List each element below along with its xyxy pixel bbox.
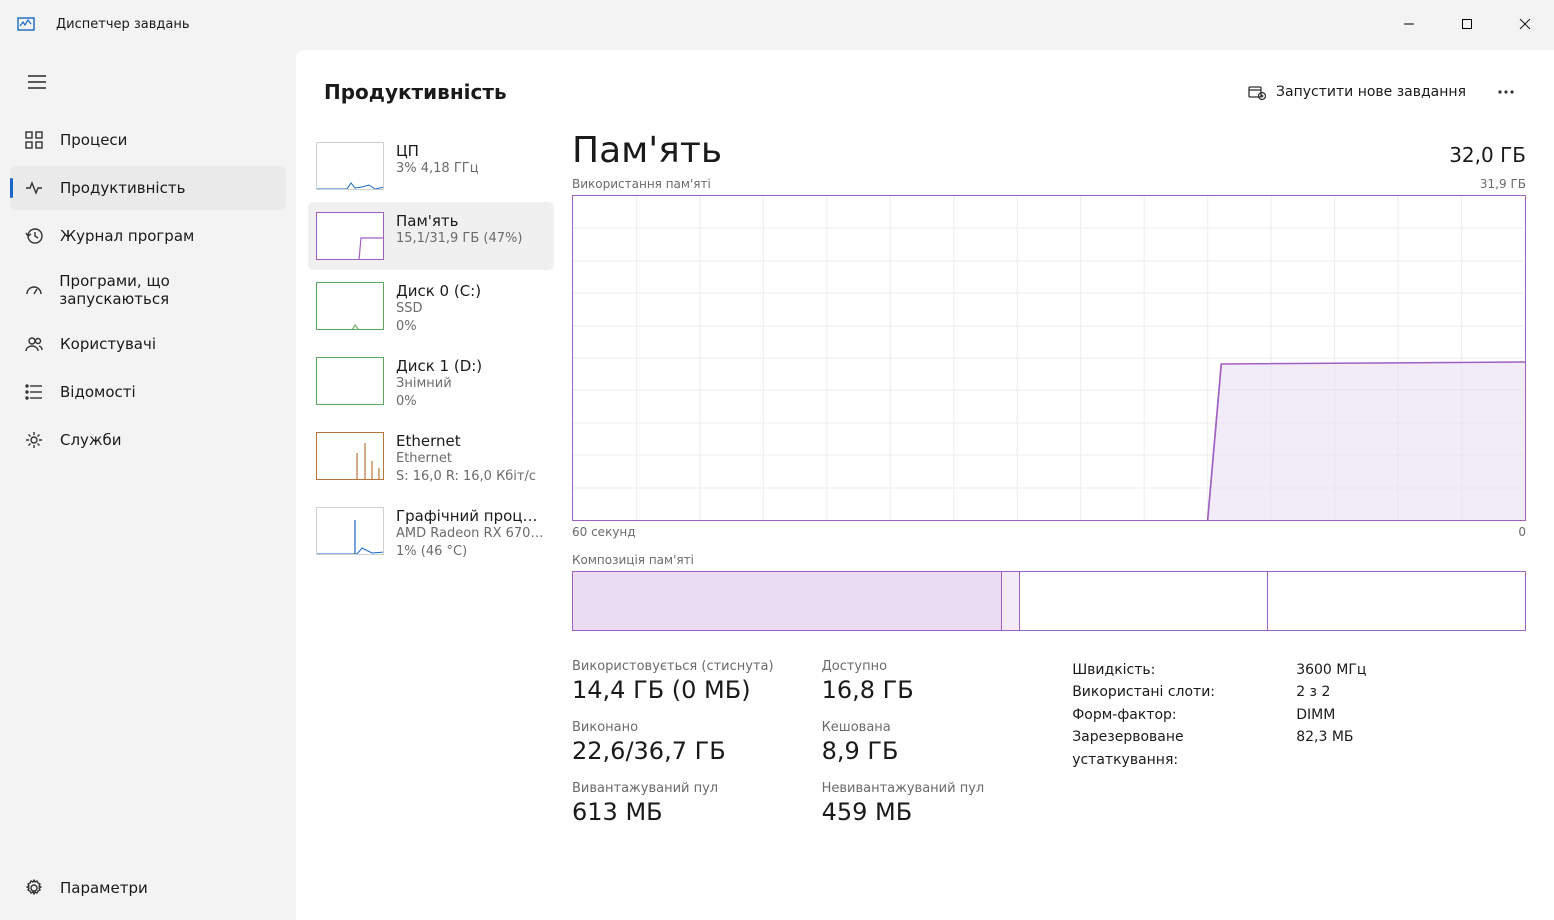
memory-usage-chart[interactable] [572, 195, 1526, 521]
perf-sub: Ethernet [396, 450, 546, 468]
sidebar: Процеси Продуктивність Журнал програм Пр… [0, 48, 296, 920]
disk-thumb [316, 282, 384, 330]
run-task-label: Запустити нове завдання [1276, 84, 1466, 100]
nav-label: Служби [60, 431, 121, 449]
perf-sub: SSD [396, 300, 546, 318]
hamburger-button[interactable] [14, 62, 60, 102]
detail-total: 32,0 ГБ [1449, 143, 1526, 167]
nav-performance[interactable]: Продуктивність [10, 166, 286, 210]
maximize-button[interactable] [1438, 0, 1496, 48]
minimize-button[interactable] [1380, 0, 1438, 48]
composition-label: Композиція пам'яті [572, 553, 1526, 567]
gpu-thumb [316, 507, 384, 555]
perf-title: Пам'ять [396, 212, 546, 230]
history-icon [24, 226, 44, 246]
nav-details[interactable]: Відомості [10, 370, 286, 414]
perf-sub: Знімний [396, 375, 546, 393]
usage-label: Використання пам'яті [572, 177, 711, 191]
titlebar: Диспетчер завдань [0, 0, 1554, 48]
main-header: Продуктивність Запустити нове завдання [296, 50, 1554, 126]
info-row: Швидкість:3600 МГц [1072, 659, 1366, 681]
performance-list: ЦП 3% 4,18 ГГц Пам'ять 15,1/31,9 ГБ (47%… [304, 126, 564, 920]
app-title: Диспетчер завдань [56, 17, 190, 32]
more-button[interactable] [1486, 74, 1526, 110]
settings-icon [24, 878, 44, 898]
perf-item-cpu[interactable]: ЦП 3% 4,18 ГГц [308, 132, 554, 200]
ethernet-thumb [316, 432, 384, 480]
comp-seg-modified [1002, 572, 1020, 630]
nav-label: Журнал програм [60, 227, 194, 245]
page-title: Продуктивність [324, 80, 507, 104]
stat-in-use: Використовується (стиснута) 14,4 ГБ (0 М… [572, 659, 774, 704]
memory-thumb [316, 212, 384, 260]
perf-item-ethernet[interactable]: Ethernet Ethernet S: 16,0 R: 16,0 Кбіт/с [308, 422, 554, 495]
info-row: Використані слоти:2 з 2 [1072, 681, 1366, 703]
list-icon [24, 382, 44, 402]
memory-info-table: Швидкість:3600 МГц Використані слоти:2 з… [1072, 659, 1366, 826]
app-icon [16, 14, 36, 34]
info-row: Зарезервоване устаткування:82,3 МБ [1072, 726, 1366, 771]
close-button[interactable] [1496, 0, 1554, 48]
memory-composition-chart[interactable] [572, 571, 1526, 631]
stat-committed: Виконано 22,6/36,7 ГБ [572, 720, 774, 765]
perf-title: Ethernet [396, 432, 546, 450]
run-task-icon [1248, 83, 1266, 101]
detail-pane: Пам'ять 32,0 ГБ Використання пам'яті 31,… [564, 126, 1554, 920]
perf-sub: 15,1/31,9 ГБ (47%) [396, 230, 546, 248]
perf-item-disk-1[interactable]: Диск 1 (D:) Знімний 0% [308, 347, 554, 420]
stat-nonpaged: Невивантажуваний пул 459 МБ [822, 781, 985, 826]
perf-sub: 3% 4,18 ГГц [396, 160, 546, 178]
stat-cached: Кешована 8,9 ГБ [822, 720, 985, 765]
nav-settings[interactable]: Параметри [10, 866, 286, 910]
comp-seg-free [1268, 572, 1525, 630]
nav-label: Програми, що запускаються [59, 272, 276, 308]
cpu-thumb [316, 142, 384, 190]
nav-label: Продуктивність [60, 179, 185, 197]
nav-label: Процеси [60, 131, 127, 149]
perf-item-gpu[interactable]: Графічний процесор 0 AMD Radeon RX 6700 … [308, 497, 554, 570]
disk-thumb [316, 357, 384, 405]
run-new-task-button[interactable]: Запустити нове завдання [1236, 77, 1478, 107]
info-row: Форм-фактор:DIMM [1072, 704, 1366, 726]
perf-title: Диск 1 (D:) [396, 357, 546, 375]
time-right-label: 0 [1518, 525, 1526, 539]
nav-users[interactable]: Користувачі [10, 322, 286, 366]
grid-icon [24, 130, 44, 150]
detail-title: Пам'ять [572, 130, 722, 171]
perf-title: Графічний процесор 0 [396, 507, 546, 525]
users-icon [24, 334, 44, 354]
comp-seg-standby [1020, 572, 1268, 630]
perf-item-memory[interactable]: Пам'ять 15,1/31,9 ГБ (47%) [308, 202, 554, 270]
perf-sub2: 0% [396, 393, 546, 411]
nav-services[interactable]: Служби [10, 418, 286, 462]
nav-label: Користувачі [60, 335, 156, 353]
stat-paged: Вивантажуваний пул 613 МБ [572, 781, 774, 826]
perf-sub2: 0% [396, 318, 546, 336]
time-left-label: 60 секунд [572, 525, 636, 539]
nav-app-history[interactable]: Журнал програм [10, 214, 286, 258]
main-panel: Продуктивність Запустити нове завдання [296, 50, 1554, 920]
perf-title: ЦП [396, 142, 546, 160]
speed-icon [24, 280, 43, 300]
stats-grid: Використовується (стиснута) 14,4 ГБ (0 М… [572, 659, 1526, 826]
comp-seg-used [573, 572, 1002, 630]
nav-startup[interactable]: Програми, що запускаються [10, 262, 286, 318]
perf-sub: AMD Radeon RX 6700 XT [396, 525, 546, 543]
nav-label: Відомості [60, 383, 136, 401]
nav-processes[interactable]: Процеси [10, 118, 286, 162]
usage-max: 31,9 ГБ [1480, 177, 1526, 191]
perf-sub2: S: 16,0 R: 16,0 Кбіт/с [396, 468, 546, 486]
pulse-icon [24, 178, 44, 198]
nav-label: Параметри [60, 879, 148, 897]
gear-icon [24, 430, 44, 450]
perf-sub2: 1% (46 °C) [396, 543, 546, 561]
stat-available: Доступно 16,8 ГБ [822, 659, 985, 704]
window-controls [1380, 0, 1554, 48]
perf-item-disk-0[interactable]: Диск 0 (C:) SSD 0% [308, 272, 554, 345]
perf-title: Диск 0 (C:) [396, 282, 546, 300]
